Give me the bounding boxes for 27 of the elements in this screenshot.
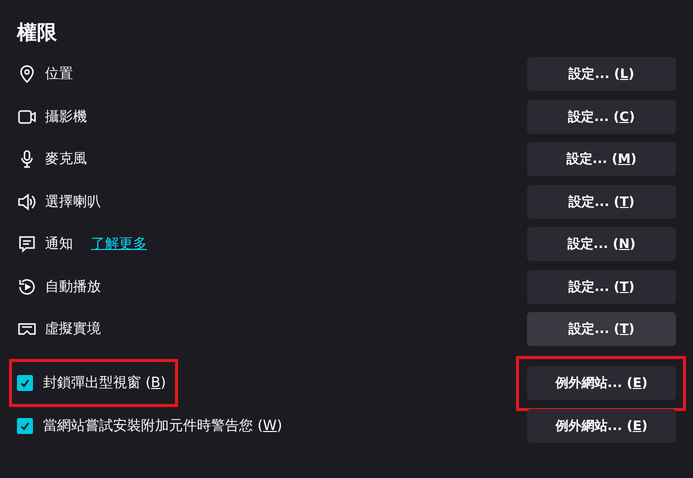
settings-button[interactable]: 設定... (L) bbox=[527, 57, 676, 91]
checkmark-icon bbox=[19, 377, 31, 389]
permission-label: 通知 bbox=[45, 235, 73, 253]
speaker-icon bbox=[17, 192, 37, 212]
learn-more-link[interactable]: 了解更多 bbox=[91, 235, 147, 253]
checkbox[interactable] bbox=[17, 418, 33, 434]
settings-button[interactable]: 設定... (T) bbox=[527, 184, 676, 218]
checkbox-label: 當網站嘗試安裝附加元件時警告您 (W) bbox=[43, 416, 282, 434]
settings-button[interactable]: 設定... (T) bbox=[527, 312, 676, 346]
checkmark-icon bbox=[19, 420, 31, 432]
permission-label: 麥克風 bbox=[45, 150, 87, 168]
exceptions-button[interactable]: 例外網站... (E) bbox=[527, 408, 676, 442]
settings-button[interactable]: 設定... (N) bbox=[527, 227, 676, 261]
settings-button[interactable]: 設定... (C) bbox=[527, 100, 676, 134]
settings-button[interactable]: 設定... (M) bbox=[527, 142, 676, 176]
checkbox[interactable] bbox=[17, 375, 33, 391]
settings-button[interactable]: 設定... (T) bbox=[527, 270, 676, 304]
play-circle-icon bbox=[17, 276, 37, 296]
permission-label: 位置 bbox=[45, 65, 73, 83]
checkbox-label: 封鎖彈出型視窗 (B) bbox=[43, 374, 166, 392]
permission-label: 自動播放 bbox=[45, 278, 101, 296]
permission-label: 虛擬實境 bbox=[45, 320, 101, 338]
permission-label: 選擇喇叭 bbox=[45, 192, 101, 210]
exceptions-button[interactable]: 例外網站... (E) bbox=[527, 366, 676, 400]
section-heading: 權限 bbox=[17, 19, 58, 46]
permission-label: 攝影機 bbox=[45, 108, 87, 126]
speech-bubble-icon bbox=[17, 234, 37, 254]
